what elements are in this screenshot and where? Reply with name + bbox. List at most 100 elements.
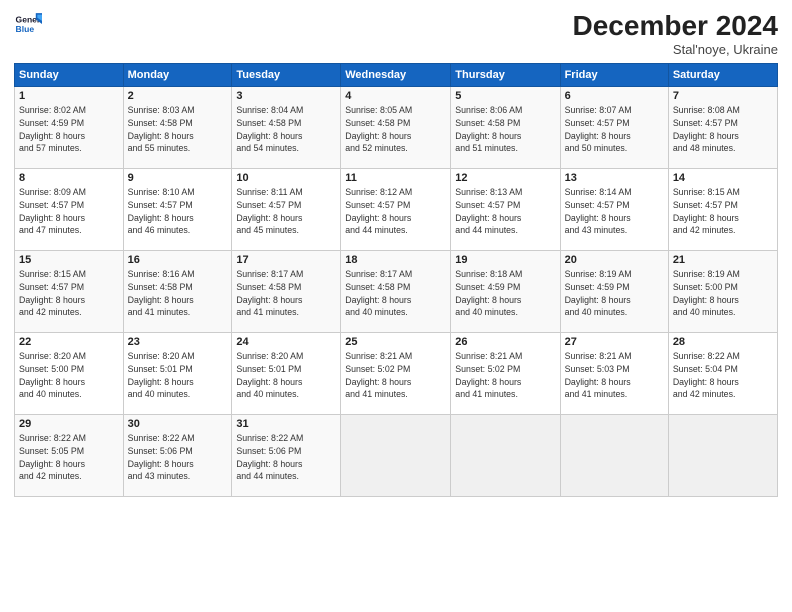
col-saturday: Saturday (668, 64, 777, 87)
day-info: Sunrise: 8:21 AM Sunset: 5:02 PM Dayligh… (345, 350, 446, 401)
table-row: 21 Sunrise: 8:19 AM Sunset: 5:00 PM Dayli… (668, 251, 777, 333)
day-info: Sunrise: 8:02 AM Sunset: 4:59 PM Dayligh… (19, 104, 119, 155)
col-monday: Monday (123, 64, 232, 87)
table-row: 30Sunrise: 8:22 AM Sunset: 5:06 PM Dayli… (123, 415, 232, 497)
calendar-table: Sunday Monday Tuesday Wednesday Thursday… (14, 63, 778, 497)
table-row: 16 Sunrise: 8:16 AM Sunset: 4:58 PM Dayli… (123, 251, 232, 333)
day-info: Sunrise: 8:20 AM Sunset: 5:01 PM Dayligh… (236, 350, 336, 401)
table-row (341, 415, 451, 497)
logo: General Blue (14, 10, 42, 38)
col-thursday: Thursday (451, 64, 560, 87)
day-info: Sunrise: 8:22 AM Sunset: 5:05 PM Dayligh… (19, 432, 119, 483)
table-row (560, 415, 668, 497)
day-number: 8 (19, 172, 119, 184)
day-number: 11 (345, 172, 446, 184)
day-info: Sunrise: 8:21 AM Sunset: 5:03 PM Dayligh… (565, 350, 664, 401)
day-number: 23 (128, 336, 228, 348)
col-tuesday: Tuesday (232, 64, 341, 87)
day-number: 1 (19, 90, 119, 102)
day-info: Sunrise: 8:19 AM Sunset: 4:59 PM Dayligh… (565, 268, 664, 319)
day-info: Sunrise: 8:20 AM Sunset: 5:01 PM Dayligh… (128, 350, 228, 401)
table-row: 24 Sunrise: 8:20 AM Sunset: 5:01 PM Dayli… (232, 333, 341, 415)
day-info: Sunrise: 8:15 AM Sunset: 4:57 PM Dayligh… (673, 186, 773, 237)
day-info: Sunrise: 8:03 AM Sunset: 4:58 PM Dayligh… (128, 104, 228, 155)
day-number: 7 (673, 90, 773, 102)
table-row: 8 Sunrise: 8:09 AM Sunset: 4:57 PM Daylig… (15, 169, 124, 251)
day-number: 5 (455, 90, 555, 102)
day-number: 24 (236, 336, 336, 348)
day-number: 29 (19, 418, 119, 430)
day-number: 4 (345, 90, 446, 102)
day-info: Sunrise: 8:09 AM Sunset: 4:57 PM Dayligh… (19, 186, 119, 237)
day-number: 31 (236, 418, 336, 430)
table-row: 10Sunrise: 8:11 AM Sunset: 4:57 PM Dayli… (232, 169, 341, 251)
table-row: 31 Sunrise: 8:22 AM Sunset: 5:06 PM Dayli… (232, 415, 341, 497)
col-friday: Friday (560, 64, 668, 87)
day-info: Sunrise: 8:15 AM Sunset: 4:57 PM Dayligh… (19, 268, 119, 319)
calendar-week-5: 29 Sunrise: 8:22 AM Sunset: 5:05 PM Dayli… (15, 415, 778, 497)
table-row: 26Sunrise: 8:21 AM Sunset: 5:02 PM Dayli… (451, 333, 560, 415)
table-row (451, 415, 560, 497)
subtitle: Stal'noye, Ukraine (573, 42, 778, 57)
table-row: 27Sunrise: 8:21 AM Sunset: 5:03 PM Dayli… (560, 333, 668, 415)
day-info: Sunrise: 8:22 AM Sunset: 5:06 PM Dayligh… (236, 432, 336, 483)
day-number: 16 (128, 254, 228, 266)
day-number: 19 (455, 254, 555, 266)
main-title: December 2024 (573, 10, 778, 42)
day-info: Sunrise: 8:10 AM Sunset: 4:57 PM Dayligh… (128, 186, 228, 237)
day-info: Sunrise: 8:07 AM Sunset: 4:57 PM Dayligh… (565, 104, 664, 155)
day-number: 15 (19, 254, 119, 266)
day-info: Sunrise: 8:04 AM Sunset: 4:58 PM Dayligh… (236, 104, 336, 155)
calendar-week-4: 22 Sunrise: 8:20 AM Sunset: 5:00 PM Dayli… (15, 333, 778, 415)
table-row: 23 Sunrise: 8:20 AM Sunset: 5:01 PM Dayli… (123, 333, 232, 415)
day-number: 17 (236, 254, 336, 266)
day-info: Sunrise: 8:13 AM Sunset: 4:57 PM Dayligh… (455, 186, 555, 237)
day-info: Sunrise: 8:05 AM Sunset: 4:58 PM Dayligh… (345, 104, 446, 155)
day-info: Sunrise: 8:22 AM Sunset: 5:06 PM Dayligh… (128, 432, 228, 483)
table-row: 11 Sunrise: 8:12 AM Sunset: 4:57 PM Dayli… (341, 169, 451, 251)
day-number: 6 (565, 90, 664, 102)
calendar-week-3: 15 Sunrise: 8:15 AM Sunset: 4:57 PM Dayli… (15, 251, 778, 333)
day-number: 21 (673, 254, 773, 266)
day-number: 13 (565, 172, 664, 184)
day-info: Sunrise: 8:08 AM Sunset: 4:57 PM Dayligh… (673, 104, 773, 155)
logo-icon: General Blue (14, 10, 42, 38)
day-number: 3 (236, 90, 336, 102)
table-row: 2 Sunrise: 8:03 AM Sunset: 4:58 PM Daylig… (123, 87, 232, 169)
day-number: 2 (128, 90, 228, 102)
day-number: 9 (128, 172, 228, 184)
day-info: Sunrise: 8:12 AM Sunset: 4:57 PM Dayligh… (345, 186, 446, 237)
table-row: 6 Sunrise: 8:07 AM Sunset: 4:57 PM Daylig… (560, 87, 668, 169)
table-row: 12Sunrise: 8:13 AM Sunset: 4:57 PM Dayli… (451, 169, 560, 251)
day-info: Sunrise: 8:19 AM Sunset: 5:00 PM Dayligh… (673, 268, 773, 319)
day-info: Sunrise: 8:17 AM Sunset: 4:58 PM Dayligh… (345, 268, 446, 319)
table-row: 3 Sunrise: 8:04 AM Sunset: 4:58 PM Daylig… (232, 87, 341, 169)
table-row: 18Sunrise: 8:17 AM Sunset: 4:58 PM Dayli… (341, 251, 451, 333)
header: General Blue December 2024 Stal'noye, Uk… (14, 10, 778, 57)
table-row: 13Sunrise: 8:14 AM Sunset: 4:57 PM Dayli… (560, 169, 668, 251)
day-info: Sunrise: 8:16 AM Sunset: 4:58 PM Dayligh… (128, 268, 228, 319)
table-row: 25 Sunrise: 8:21 AM Sunset: 5:02 PM Dayli… (341, 333, 451, 415)
day-number: 25 (345, 336, 446, 348)
day-info: Sunrise: 8:06 AM Sunset: 4:58 PM Dayligh… (455, 104, 555, 155)
day-number: 20 (565, 254, 664, 266)
day-number: 22 (19, 336, 119, 348)
day-info: Sunrise: 8:20 AM Sunset: 5:00 PM Dayligh… (19, 350, 119, 401)
table-row: 29 Sunrise: 8:22 AM Sunset: 5:05 PM Dayli… (15, 415, 124, 497)
table-row (668, 415, 777, 497)
table-row: 5 Sunrise: 8:06 AM Sunset: 4:58 PM Daylig… (451, 87, 560, 169)
day-info: Sunrise: 8:22 AM Sunset: 5:04 PM Dayligh… (673, 350, 773, 401)
day-number: 14 (673, 172, 773, 184)
day-number: 26 (455, 336, 555, 348)
table-row: 9 Sunrise: 8:10 AM Sunset: 4:57 PM Daylig… (123, 169, 232, 251)
day-number: 28 (673, 336, 773, 348)
table-row: 15 Sunrise: 8:15 AM Sunset: 4:57 PM Dayli… (15, 251, 124, 333)
page: General Blue December 2024 Stal'noye, Uk… (0, 0, 792, 612)
table-row: 20 Sunrise: 8:19 AM Sunset: 4:59 PM Dayli… (560, 251, 668, 333)
table-row: 19 Sunrise: 8:18 AM Sunset: 4:59 PM Dayli… (451, 251, 560, 333)
col-sunday: Sunday (15, 64, 124, 87)
day-info: Sunrise: 8:17 AM Sunset: 4:58 PM Dayligh… (236, 268, 336, 319)
day-info: Sunrise: 8:18 AM Sunset: 4:59 PM Dayligh… (455, 268, 555, 319)
col-wednesday: Wednesday (341, 64, 451, 87)
table-row: 7 Sunrise: 8:08 AM Sunset: 4:57 PM Daylig… (668, 87, 777, 169)
